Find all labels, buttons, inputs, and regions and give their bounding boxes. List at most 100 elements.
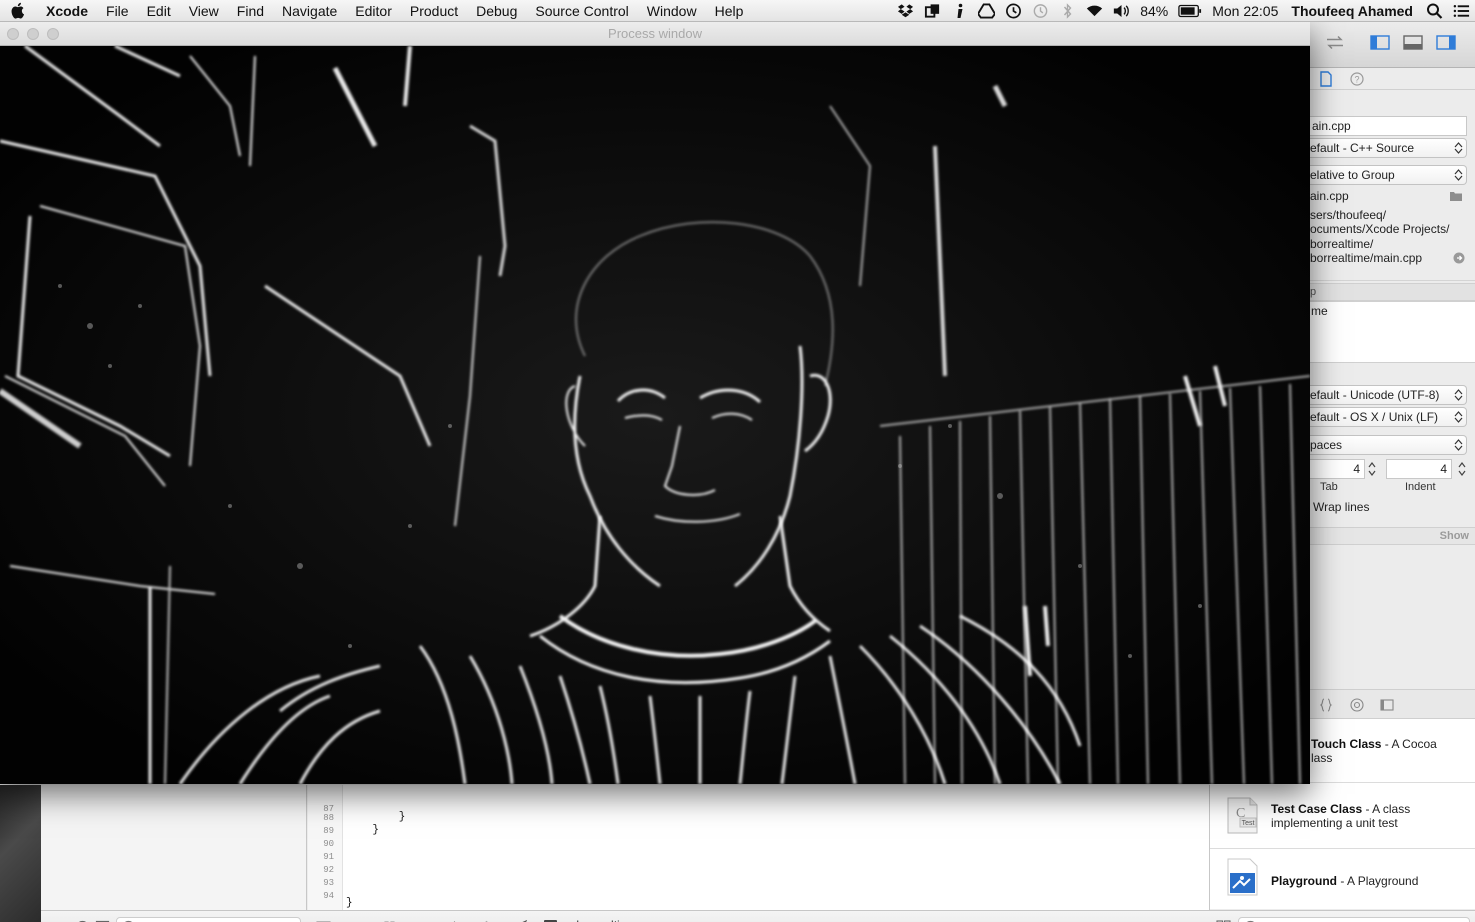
debug-scheme-label[interactable]: gaborrealtime — [563, 918, 636, 922]
library-item-test-case-class[interactable]: C Test Test Case Class - A class impleme… — [1210, 783, 1475, 849]
navigator-filter-bar — [41, 910, 308, 922]
reveal-in-finder-icon[interactable] — [1453, 252, 1465, 264]
process-window-titlebar[interactable]: Process window — [0, 22, 1310, 46]
indent-label: Indent — [1405, 481, 1436, 493]
object-library-icon[interactable] — [1350, 698, 1364, 712]
notification-center-icon[interactable] — [1448, 0, 1475, 22]
library-item-playground[interactable]: Playground - A Playground — [1210, 849, 1475, 909]
bluetooth-icon[interactable] — [1054, 0, 1081, 22]
user-name[interactable]: Thoufeeq Ahamed — [1283, 0, 1421, 22]
line-number: 93 — [323, 878, 334, 888]
process-window-title: Process window — [608, 26, 702, 41]
menu-file[interactable]: File — [97, 0, 138, 22]
indent-width-stepper-icon[interactable] — [1457, 460, 1467, 478]
menu-bar: Xcode File Edit View Find Navigate Edito… — [0, 0, 1475, 22]
menu-editor[interactable]: Editor — [346, 0, 401, 22]
popup-arrows-icon — [1454, 142, 1463, 154]
battery-icon[interactable] — [1173, 0, 1207, 22]
minimize-button[interactable] — [27, 28, 39, 40]
popup-arrows-icon — [1454, 411, 1463, 423]
version-editor-icon[interactable] — [1324, 34, 1346, 50]
menu-source-control[interactable]: Source Control — [526, 0, 637, 22]
line-number: 92 — [323, 865, 334, 875]
google-drive-icon[interactable] — [973, 0, 1000, 22]
file-inspector-icon[interactable] — [1318, 71, 1334, 87]
location-value: elative to Group — [1310, 168, 1395, 182]
show-button[interactable]: Show — [1440, 528, 1469, 544]
popup-arrows-icon — [1454, 169, 1463, 181]
close-button[interactable] — [7, 28, 19, 40]
line-number: 91 — [323, 852, 334, 862]
file-type-popup[interactable]: efault - C++ Source — [1310, 138, 1467, 158]
line-endings-popup[interactable]: efault - OS X / Unix (LF) — [1310, 407, 1467, 427]
line-number: 90 — [323, 839, 334, 849]
source-editor[interactable]: 87 88 89 90 91 92 93 94 } } } — [308, 785, 1210, 910]
tab-label: Tab — [1320, 481, 1338, 493]
library-item-title: Test Case Class — [1271, 802, 1363, 816]
menu-debug[interactable]: Debug — [467, 0, 526, 22]
wifi-icon[interactable] — [1081, 0, 1108, 22]
wrap-lines-checkbox-label[interactable]: Wrap lines — [1313, 500, 1369, 514]
dropbox-icon[interactable] — [892, 0, 919, 22]
code-line: } — [346, 824, 380, 836]
library-item-desc-2: lass — [1311, 751, 1333, 765]
edge-filtered-video-frame — [0, 46, 1310, 784]
info-icon[interactable] — [946, 0, 973, 22]
spotlight-search-icon[interactable] — [1421, 0, 1448, 22]
toggle-debug-area-icon[interactable] — [1402, 34, 1424, 50]
svg-text:?: ? — [1354, 75, 1359, 85]
source-control-header: Show — [1310, 527, 1475, 545]
process-window[interactable]: Process window — [0, 22, 1310, 784]
file-type-value: efault - C++ Source — [1310, 141, 1415, 155]
apple-menu-icon[interactable] — [0, 0, 36, 22]
volume-icon[interactable] — [1108, 0, 1135, 22]
clock-text[interactable]: Mon 22:05 — [1207, 0, 1283, 22]
project-navigator — [41, 785, 307, 922]
library-filter-field[interactable] — [1238, 917, 1470, 922]
copy-app-icon[interactable] — [919, 0, 946, 22]
line-endings-value: efault - OS X / Unix (LF) — [1310, 410, 1439, 424]
line-number: 94 — [323, 891, 334, 901]
text-encoding-value: efault - Unicode (UTF-8) — [1310, 388, 1440, 402]
location-popup[interactable]: elative to Group — [1310, 165, 1467, 185]
target-item[interactable]: me — [1311, 304, 1328, 318]
clock-app-icon[interactable] — [1000, 0, 1027, 22]
popup-arrows-icon — [1454, 439, 1463, 451]
playground-icon — [1227, 858, 1258, 896]
code-snippet-library-icon[interactable] — [1319, 698, 1333, 712]
toggle-navigator-icon[interactable] — [1369, 34, 1391, 50]
folder-icon[interactable] — [1449, 190, 1463, 202]
menu-view[interactable]: View — [180, 0, 228, 22]
menu-navigate[interactable]: Navigate — [273, 0, 346, 22]
zoom-button[interactable] — [47, 28, 59, 40]
indent-width-field[interactable]: 4 — [1386, 459, 1452, 479]
tab-width-stepper-icon[interactable] — [1367, 460, 1377, 478]
menu-find[interactable]: Find — [228, 0, 273, 22]
target-membership-header: p — [1310, 283, 1475, 301]
menu-app-xcode[interactable]: Xcode — [36, 0, 97, 22]
indent-using-popup[interactable]: paces — [1310, 435, 1467, 455]
menu-window[interactable]: Window — [638, 0, 706, 22]
file-name-field[interactable]: ain.cpp — [1310, 116, 1467, 136]
quick-help-icon[interactable]: ? — [1349, 71, 1365, 87]
menu-edit[interactable]: Edit — [138, 0, 180, 22]
inspector-tabs: ? — [1310, 68, 1475, 90]
library-item-desc: - A class — [1362, 802, 1411, 816]
time-machine-icon[interactable] — [1027, 0, 1054, 22]
line-number: 89 — [323, 826, 334, 836]
library-tabs — [1310, 689, 1475, 719]
media-library-icon[interactable] — [1380, 698, 1394, 712]
tab-width-field[interactable]: 4 — [1310, 459, 1365, 479]
line-number: 88 — [323, 813, 334, 823]
library-filter-bar — [1210, 910, 1475, 922]
full-path-line-4: borrealtime/main.cpp — [1310, 251, 1423, 265]
popup-arrows-icon — [1454, 389, 1463, 401]
text-encoding-popup[interactable]: efault - Unicode (UTF-8) — [1310, 385, 1467, 405]
navigator-filter-field[interactable] — [116, 917, 301, 922]
toggle-utilities-icon[interactable] — [1435, 34, 1457, 50]
menu-product[interactable]: Product — [401, 0, 467, 22]
divider — [1310, 280, 1475, 281]
menu-help[interactable]: Help — [706, 0, 753, 22]
line-number-gutter: 87 88 89 90 91 92 93 94 — [308, 785, 343, 910]
status-area: 84% Mon 22:05 Thoufeeq Ahamed — [892, 0, 1475, 22]
